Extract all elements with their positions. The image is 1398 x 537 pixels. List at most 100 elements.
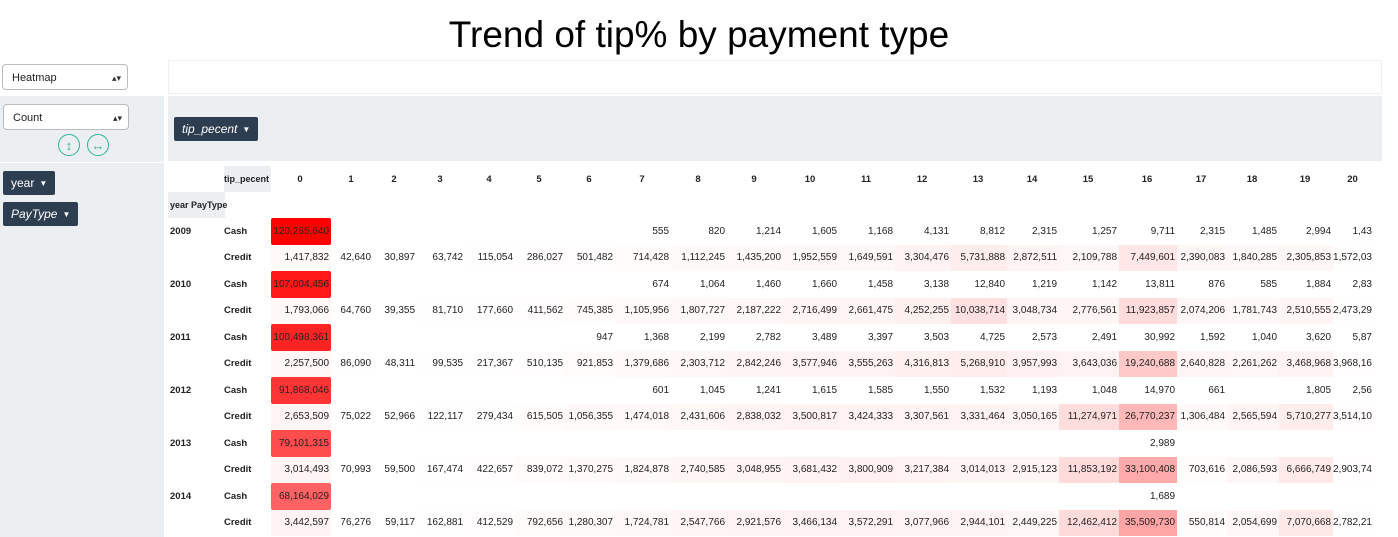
heatmap-cell[interactable]: 2,390,083 (1177, 244, 1228, 271)
heatmap-cell[interactable]: 2,054,699 (1227, 509, 1280, 536)
heatmap-cell[interactable]: 122,117 (417, 403, 466, 430)
heatmap-cell[interactable]: 2,83 (1333, 271, 1374, 298)
heatmap-cell[interactable] (1279, 430, 1333, 457)
heatmap-cell[interactable]: 2,903,74 (1333, 456, 1374, 483)
heatmap-cell[interactable] (515, 218, 565, 245)
heatmap-cell[interactable] (331, 324, 373, 351)
heatmap-cell[interactable]: 2,944,101 (951, 509, 1008, 536)
heatmap-cell[interactable]: 1,474,018 (615, 403, 672, 430)
heatmap-cell[interactable] (839, 483, 895, 510)
heatmap-cell[interactable]: 2,740,585 (671, 456, 728, 483)
heatmap-cell[interactable] (417, 218, 465, 245)
heatmap-cell[interactable]: 30,897 (373, 244, 418, 271)
heatmap-cell[interactable]: 3,217,384 (895, 456, 952, 483)
heatmap-cell[interactable]: 2,257,500 (271, 350, 332, 377)
heatmap-cell[interactable]: 3,577,946 (783, 350, 840, 377)
heatmap-cell[interactable]: 1,056,355 (565, 403, 616, 430)
heatmap-cell[interactable]: 79,101,315 (271, 430, 332, 457)
heatmap-cell[interactable] (671, 430, 727, 457)
heatmap-cell[interactable]: 286,027 (515, 244, 566, 271)
heatmap-cell[interactable]: 4,131 (895, 218, 952, 245)
heatmap-cell[interactable]: 3,331,464 (951, 403, 1008, 430)
heatmap-cell[interactable]: 2,074,206 (1177, 297, 1228, 324)
heatmap-cell[interactable] (373, 377, 417, 404)
heatmap-cell[interactable]: 3,514,10 (1333, 403, 1374, 430)
heatmap-cell[interactable] (465, 430, 515, 457)
heatmap-cell[interactable]: 412,529 (465, 509, 516, 536)
heatmap-cell[interactable]: 3,957,993 (1007, 350, 1060, 377)
heatmap-cell[interactable]: 162,881 (417, 509, 466, 536)
heatmap-cell[interactable]: 1,214 (727, 218, 784, 245)
heatmap-cell[interactable]: 1,168 (839, 218, 896, 245)
heatmap-cell[interactable]: 13,811 (1119, 271, 1178, 298)
heatmap-cell[interactable]: 70,993 (331, 456, 374, 483)
heatmap-cell[interactable]: 64,760 (331, 297, 374, 324)
heatmap-cell[interactable]: 10,038,714 (951, 297, 1008, 324)
heatmap-cell[interactable]: 1,952,559 (783, 244, 840, 271)
heatmap-cell[interactable]: 26,770,237 (1119, 403, 1178, 430)
heatmap-cell[interactable] (727, 483, 783, 510)
heatmap-cell[interactable] (1007, 430, 1059, 457)
heatmap-cell[interactable]: 76,276 (331, 509, 374, 536)
heatmap-cell[interactable]: 3,304,476 (895, 244, 952, 271)
heatmap-cell[interactable]: 63,742 (417, 244, 466, 271)
unused-attributes-area[interactable] (168, 60, 1382, 94)
heatmap-cell[interactable]: 68,164,029 (271, 483, 332, 510)
heatmap-cell[interactable]: 1,615 (783, 377, 840, 404)
heatmap-cell[interactable]: 86,090 (331, 350, 374, 377)
heatmap-cell[interactable] (1227, 483, 1279, 510)
heatmap-cell[interactable]: 3,048,734 (1007, 297, 1060, 324)
heatmap-cell[interactable] (465, 377, 515, 404)
heatmap-cell[interactable]: 4,725 (951, 324, 1008, 351)
heatmap-cell[interactable]: 3,500,817 (783, 403, 840, 430)
heatmap-cell[interactable]: 601 (615, 377, 672, 404)
heatmap-cell[interactable] (331, 377, 373, 404)
heatmap-cell[interactable]: 2,921,576 (727, 509, 784, 536)
heatmap-cell[interactable]: 1,435,200 (727, 244, 784, 271)
heatmap-cell[interactable]: 1,585 (839, 377, 896, 404)
heatmap-cell[interactable]: 2,510,555 (1279, 297, 1334, 324)
heatmap-cell[interactable] (417, 377, 465, 404)
heatmap-cell[interactable] (373, 324, 417, 351)
heatmap-cell[interactable]: 1,257 (1059, 218, 1120, 245)
heatmap-cell[interactable] (1333, 483, 1374, 510)
heatmap-cell[interactable]: 5,710,277 (1279, 403, 1334, 430)
heatmap-cell[interactable]: 411,562 (515, 297, 566, 324)
heatmap-cell[interactable]: 2,473,29 (1333, 297, 1374, 324)
heatmap-cell[interactable]: 1,724,781 (615, 509, 672, 536)
heatmap-cell[interactable]: 1,532 (951, 377, 1008, 404)
row-attr-paytype[interactable]: PayType ▼ (3, 202, 79, 226)
heatmap-cell[interactable] (895, 483, 951, 510)
aggregator-select[interactable]: Count ▴▾ (3, 104, 129, 130)
heatmap-cell[interactable]: 2,573 (1007, 324, 1060, 351)
heatmap-cell[interactable]: 501,482 (565, 244, 616, 271)
heatmap-cell[interactable] (417, 483, 465, 510)
heatmap-cell[interactable]: 1,379,686 (615, 350, 672, 377)
heatmap-cell[interactable]: 2,915,123 (1007, 456, 1060, 483)
heatmap-cell[interactable]: 39,355 (373, 297, 418, 324)
heatmap-cell[interactable]: 1,572,03 (1333, 244, 1374, 271)
heatmap-cell[interactable]: 792,656 (515, 509, 566, 536)
heatmap-cell[interactable]: 11,853,192 (1059, 456, 1120, 483)
heatmap-cell[interactable]: 167,474 (417, 456, 466, 483)
heatmap-cell[interactable]: 52,966 (373, 403, 418, 430)
heatmap-cell[interactable]: 2,315 (1007, 218, 1060, 245)
heatmap-cell[interactable] (1059, 483, 1119, 510)
heatmap-cell[interactable] (515, 377, 565, 404)
heatmap-cell[interactable]: 2,661,475 (839, 297, 896, 324)
heatmap-cell[interactable] (565, 271, 615, 298)
heatmap-cell[interactable]: 703,616 (1177, 456, 1228, 483)
heatmap-cell[interactable]: 1,884 (1279, 271, 1334, 298)
heatmap-cell[interactable]: 2,261,262 (1227, 350, 1280, 377)
heatmap-cell[interactable]: 1,781,743 (1227, 297, 1280, 324)
heatmap-cell[interactable]: 107,004,456 (271, 271, 332, 298)
heatmap-cell[interactable] (1227, 430, 1279, 457)
heatmap-cell[interactable]: 1,064 (671, 271, 728, 298)
heatmap-cell[interactable]: 35,509,730 (1119, 509, 1178, 536)
heatmap-cell[interactable] (895, 430, 951, 457)
heatmap-cell[interactable]: 3,968,16 (1333, 350, 1374, 377)
heatmap-cell[interactable] (1227, 377, 1279, 404)
heatmap-cell[interactable] (1007, 483, 1059, 510)
heatmap-cell[interactable] (951, 483, 1007, 510)
heatmap-cell[interactable]: 3,489 (783, 324, 840, 351)
